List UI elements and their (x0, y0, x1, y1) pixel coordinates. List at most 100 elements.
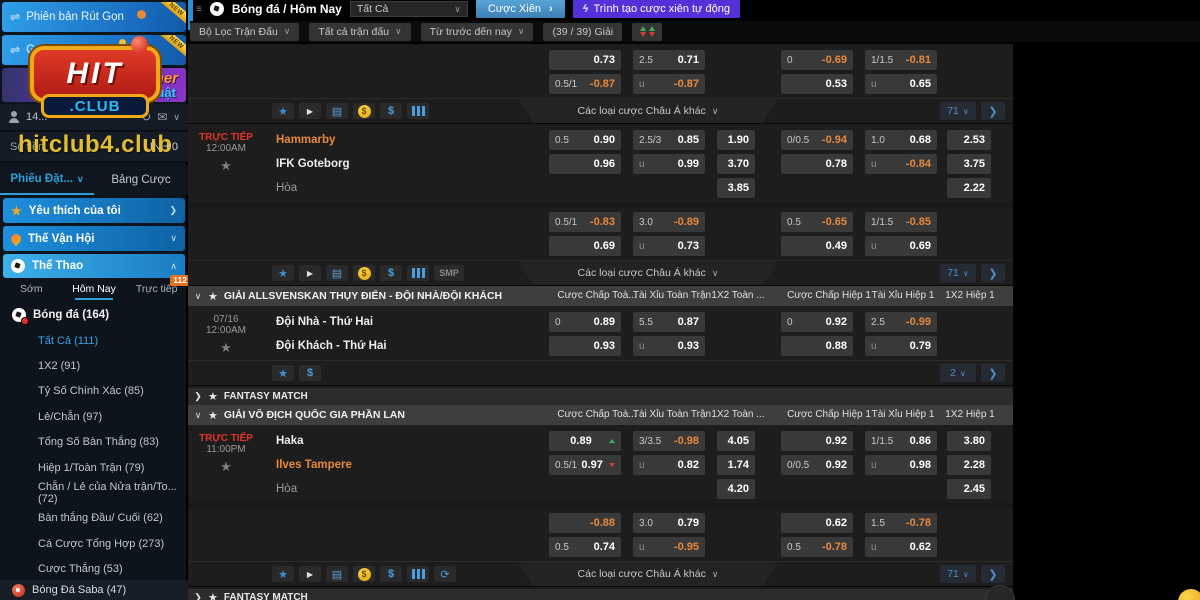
odds-cell[interactable]: 3/3.5-0.98 (633, 431, 705, 451)
odds-cell[interactable]: 0.53 (781, 74, 853, 94)
sidebar-filter-item[interactable]: Chẵn / Lẻ của Nửa trận/To... (72) (0, 480, 188, 505)
league-star-icon[interactable]: ★ (208, 591, 218, 600)
favorite-button[interactable]: ★ (272, 103, 294, 119)
sidebar-filter-item[interactable]: Tỷ Số Chính Xác (85) (0, 379, 188, 404)
dollar-icon[interactable]: $ (380, 265, 402, 281)
odds-cell[interactable]: 0.93 (549, 336, 621, 356)
market-count-dropdown[interactable]: 71 (940, 102, 976, 120)
league-filter-dropdown[interactable]: Tất Cả (350, 1, 468, 17)
league-count-button[interactable]: (39 / 39) Giải (543, 23, 622, 41)
cashout-icon[interactable]: ▤ (326, 103, 348, 119)
odds-cell[interactable]: 00.92 (781, 312, 853, 332)
sidebar-filter-item[interactable]: Lẻ/Chẵn (97) (0, 404, 188, 429)
odds-cell[interactable]: 1/1.5-0.81 (865, 50, 937, 70)
auto-parlay-button[interactable]: ϟ Trình tạo cược xiên tự động (573, 0, 740, 18)
home-team[interactable]: Hammarby (276, 130, 549, 154)
next-page-button[interactable]: ❯ (981, 102, 1005, 120)
sidebar-filter-item[interactable]: Hiệp 1/Toàn Trận (79) (0, 455, 188, 480)
odds-cell[interactable]: 1.90 (717, 130, 755, 150)
odds-cell[interactable]: 0.62 (781, 513, 853, 533)
odds-cell[interactable]: 0.69 (549, 236, 621, 256)
odds-cell[interactable]: 2.5/30.85 (633, 130, 705, 150)
dollar-icon[interactable]: $ (380, 103, 402, 119)
away-team[interactable]: Đội Khách - Thứ Hai (276, 336, 549, 360)
odds-cell[interactable]: u0.79 (865, 336, 937, 356)
odds-cell[interactable]: 0.5/1-0.83 (549, 212, 621, 232)
tab-bet-slip[interactable]: Phiếu Đặt... (0, 165, 94, 195)
tab-early[interactable]: Sớm (0, 280, 63, 300)
odds-cell[interactable]: 0.92 (781, 431, 853, 451)
next-page-button[interactable]: ❯ (981, 565, 1005, 583)
play-button[interactable]: ▶ (299, 566, 321, 582)
favorite-star[interactable]: ★ (220, 340, 232, 356)
odds-cell[interactable]: 2.5-0.99 (865, 312, 937, 332)
sidebar-item-olympics[interactable]: Thế Vận Hội ∨ (3, 226, 185, 251)
odds-cell[interactable]: 0/0.5-0.94 (781, 130, 853, 150)
stats-icon[interactable] (407, 566, 429, 582)
cashout-icon[interactable]: ▤ (326, 265, 348, 281)
league-header-fantasy[interactable]: ❯ ★ FANTASY MATCH (188, 589, 1013, 600)
coin-icon[interactable]: $ (353, 103, 375, 119)
floating-widget-gold[interactable] (1178, 589, 1200, 600)
home-team[interactable]: Đội Nhà - Thứ Hai (276, 312, 549, 336)
odds-cell[interactable]: u0.99 (633, 154, 705, 174)
league-star-icon[interactable]: ★ (208, 290, 218, 303)
odds-cell[interactable]: 4.20 (717, 479, 755, 499)
other-asian-bets[interactable]: Các loại cược Châu Á khác (518, 261, 778, 285)
odds-cell[interactable]: u-0.87 (633, 74, 705, 94)
tab-today[interactable]: Hôm Nay (63, 280, 126, 300)
odds-cell[interactable]: u-0.84 (865, 154, 937, 174)
smp-button[interactable]: SMP (434, 265, 464, 281)
chevron-down-icon[interactable]: ∨ (173, 112, 180, 123)
league-header-allsvenskan[interactable]: ∨ ★ GIẢI ALLSVENSKAN THỤY ĐIỂN - ĐỘI NHÀ… (188, 286, 1013, 306)
favorite-button[interactable]: ★ (272, 265, 294, 281)
menu-icon[interactable]: ≡ (196, 4, 202, 15)
refresh-icon[interactable]: ⟳ (434, 566, 456, 582)
coin-icon[interactable]: $ (353, 265, 375, 281)
sidebar-filter-item[interactable]: Tất Cả (111) (0, 328, 188, 353)
expand-icon[interactable]: ❯ (188, 592, 208, 600)
expand-icon[interactable]: ❯ (188, 391, 208, 402)
next-page-button[interactable]: ❯ (981, 364, 1005, 382)
odds-cell[interactable]: u0.73 (633, 236, 705, 256)
odds-cell[interactable]: 2.53 (947, 130, 991, 150)
odds-cell[interactable]: 1.74 (717, 455, 755, 475)
odds-cell[interactable]: 0.5/10.97 (549, 455, 621, 475)
next-page-button[interactable]: ❯ (981, 264, 1005, 282)
tab-live[interactable]: Trực tiếp112 (125, 280, 188, 300)
odds-cell[interactable]: 3.0-0.89 (633, 212, 705, 232)
away-team[interactable]: IFK Goteborg (276, 154, 549, 178)
market-count-dropdown[interactable]: 71 (940, 565, 976, 583)
odds-cell[interactable]: u0.82 (633, 455, 705, 475)
match-filter-button[interactable]: Bộ Lọc Trận Đấu (190, 23, 299, 41)
sort-button[interactable] (632, 23, 662, 41)
cashout-icon[interactable]: ▤ (326, 566, 348, 582)
odds-cell[interactable]: 3.75 (947, 154, 991, 174)
sidebar-filter-item[interactable]: 1X2 (91) (0, 353, 188, 378)
odds-cell[interactable]: 3.00.79 (633, 513, 705, 533)
draw-label[interactable]: Hòa (276, 178, 549, 202)
other-asian-bets[interactable]: Các loại cược Châu Á khác (518, 99, 778, 123)
odds-cell[interactable]: 0.96 (549, 154, 621, 174)
banner-compact-version[interactable]: ⇌ Phiên bản Rút Gọn NEW (2, 2, 186, 32)
dollar-icon[interactable]: $ (299, 365, 321, 381)
odds-cell[interactable]: u0.98 (865, 455, 937, 475)
odds-cell[interactable]: 2.28 (947, 455, 991, 475)
play-button[interactable]: ▶ (299, 265, 321, 281)
sidebar-filter-item[interactable]: Cược Thắng (53) (0, 557, 188, 582)
odds-cell[interactable]: 2.22 (947, 178, 991, 198)
odds-cell[interactable]: 0.49 (781, 236, 853, 256)
tab-bet-board[interactable]: Bảng Cược (94, 165, 188, 195)
sidebar-item-favorites[interactable]: ★ Yêu thích của tôi ❯ (3, 198, 185, 223)
sidebar-filter-item[interactable]: Tổng Số Bàn Thắng (83) (0, 430, 188, 455)
league-star-icon[interactable]: ★ (208, 390, 218, 403)
odds-cell[interactable]: 4.05 (717, 431, 755, 451)
favorite-star[interactable]: ★ (220, 158, 232, 174)
dollar-icon[interactable]: $ (380, 566, 402, 582)
odds-cell[interactable]: 0.78 (781, 154, 853, 174)
odds-cell[interactable]: 1/1.5-0.85 (865, 212, 937, 232)
league-star-icon[interactable]: ★ (208, 409, 218, 422)
odds-cell[interactable]: 0.5-0.78 (781, 537, 853, 557)
odds-cell[interactable]: 3.70 (717, 154, 755, 174)
odds-cell[interactable]: 0.73 (549, 50, 621, 70)
